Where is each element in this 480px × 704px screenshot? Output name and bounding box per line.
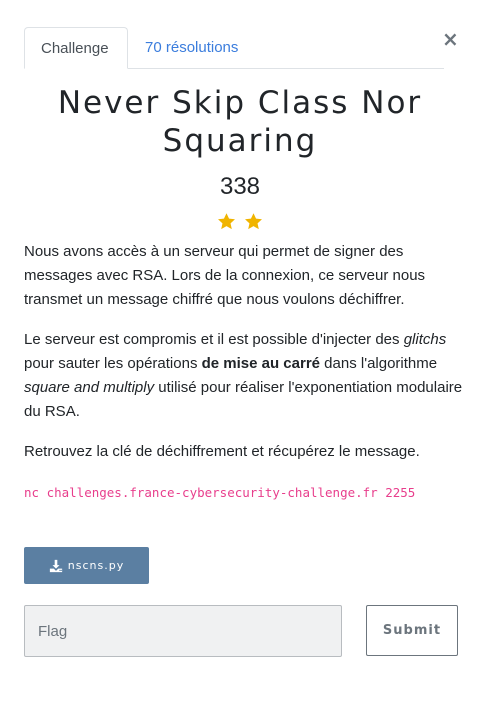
text-segment: pour sauter les opérations (24, 355, 202, 372)
tab-bar: Challenge 70 résolutions (24, 27, 444, 69)
emphasis-glitchs: glitchs (403, 331, 447, 348)
download-button[interactable]: nscns.py (24, 547, 149, 584)
description-paragraph: Nous avons accès à un serveur qui permet… (24, 243, 426, 308)
submit-button[interactable]: Submit (366, 605, 458, 656)
download-icon (49, 559, 62, 572)
challenge-modal: Challenge 70 résolutions × Never Skip Cl… (0, 0, 480, 704)
text-segment: Le serveur est compromis et il est possi… (24, 331, 404, 348)
tab-challenge[interactable]: Challenge (24, 27, 128, 69)
description-paragraph: Le serveur est compromis et il est possi… (24, 328, 464, 424)
download-label: nscns.py (67, 559, 125, 572)
close-icon[interactable]: × (442, 27, 459, 51)
star-icon (244, 213, 262, 230)
star-icon (218, 213, 236, 230)
challenge-points: 338 (219, 173, 261, 200)
difficulty-stars (0, 212, 480, 234)
text-segment: dans l'algorithme (320, 355, 438, 372)
emphasis-bold: de mise au carré (201, 355, 321, 372)
netcat-command: nc challenges.france-cybersecurity-chall… (24, 485, 416, 500)
challenge-title: Never Skip Class Nor Squaring (57, 85, 423, 159)
description-paragraph: Retrouvez la clé de déchiffrement et réc… (24, 443, 420, 460)
challenge-description: Nous avons accès à un serveur qui permet… (24, 240, 464, 521)
flag-input[interactable] (24, 605, 342, 657)
tab-solves[interactable]: 70 résolutions (129, 27, 254, 68)
emphasis-italic: square and multiply (24, 379, 155, 396)
